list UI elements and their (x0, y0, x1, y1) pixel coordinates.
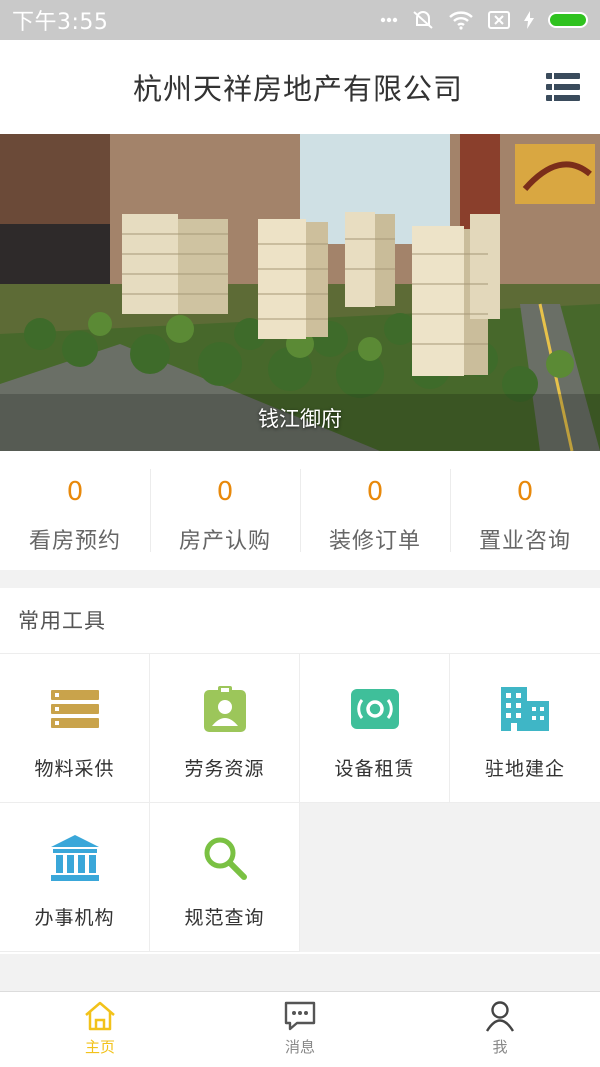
tool-label: 驻地建企 (484, 758, 565, 780)
more-dots-icon (380, 17, 398, 23)
status-icons (380, 10, 588, 30)
nav-me[interactable]: 我 (400, 992, 600, 1067)
wifi-icon (449, 11, 473, 30)
tool-local-construction[interactable]: 驻地建企 (450, 654, 600, 803)
nav-label: 消息 (284, 1038, 315, 1056)
app-header: 杭州天祥房地产有限公司 (0, 40, 600, 134)
stat-label: 房产认购 (178, 529, 271, 554)
badge-icon (200, 684, 250, 734)
nav-messages[interactable]: 消息 (200, 992, 400, 1067)
banner-carousel[interactable]: 钱江御府 (0, 134, 600, 451)
page-title: 杭州天祥房地产有限公司 (132, 72, 463, 106)
tool-labor-resources[interactable]: 劳务资源 (150, 654, 300, 803)
menu-icon (546, 73, 580, 79)
building-icon (500, 684, 550, 734)
tool-standards-search[interactable]: 规范查询 (150, 803, 300, 952)
sim-icon (488, 11, 510, 29)
stat-value: 0 (366, 477, 384, 507)
nav-home[interactable]: 主页 (0, 992, 200, 1067)
battery-icon (548, 12, 588, 28)
tool-label: 劳务资源 (184, 758, 265, 780)
status-bar: 下午3:55 (0, 0, 600, 40)
stat-viewing-appointments[interactable]: 0 看房预约 (0, 451, 150, 570)
tool-label: 设备租赁 (334, 758, 415, 780)
home-icon (85, 1001, 115, 1031)
grid-filler (300, 803, 600, 952)
stat-property-purchase[interactable]: 0 房产认购 (150, 451, 300, 570)
search-icon (200, 833, 250, 883)
user-icon (485, 1001, 515, 1032)
stat-label: 装修订单 (328, 529, 421, 554)
stat-renovation-orders[interactable]: 0 装修订单 (300, 451, 450, 570)
bottom-nav: 主页 消息 我 (0, 991, 600, 1067)
message-icon (284, 1001, 316, 1031)
stat-label: 看房预约 (28, 529, 121, 554)
section-title: 常用工具 (0, 588, 600, 654)
stats-bar: 0 看房预约 0 房产认购 0 装修订单 0 置业咨询 (0, 451, 600, 570)
tool-label: 办事机构 (34, 907, 115, 929)
stat-value: 0 (516, 477, 534, 507)
stat-value: 0 (66, 477, 84, 507)
institution-icon (50, 833, 100, 883)
nav-label: 主页 (84, 1038, 115, 1056)
stack-icon (50, 684, 100, 734)
tool-label: 物料采供 (34, 758, 115, 780)
device-icon (350, 684, 400, 734)
tool-material-supply[interactable]: 物料采供 (0, 654, 150, 803)
tool-offices[interactable]: 办事机构 (0, 803, 150, 952)
status-time: 下午3:55 (12, 10, 109, 35)
tool-label: 规范查询 (184, 907, 265, 929)
stat-value: 0 (216, 477, 234, 507)
stat-label: 置业咨询 (478, 529, 571, 554)
stat-property-consulting[interactable]: 0 置业咨询 (450, 451, 600, 570)
tool-grid: 物料采供 劳务资源 设备租赁 驻地建企 办事机构 规范查询 (0, 654, 600, 952)
tool-equipment-rental[interactable]: 设备租赁 (300, 654, 450, 803)
mute-icon (413, 11, 433, 29)
banner-caption: 钱江御府 (258, 407, 342, 431)
nav-label: 我 (492, 1038, 508, 1056)
menu-button[interactable] (546, 73, 580, 101)
tools-section: 常用工具 物料采供 劳务资源 设备租赁 驻地建企 办事机构 规范查询 (0, 588, 600, 954)
charging-icon (524, 11, 534, 29)
